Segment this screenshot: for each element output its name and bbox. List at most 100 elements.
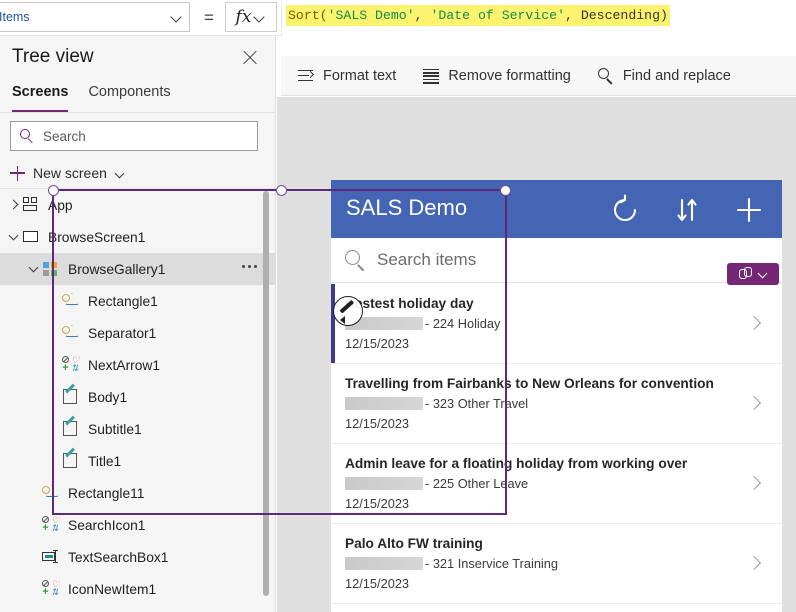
- shape-icon: [42, 484, 60, 502]
- formula-token: , Descending): [565, 8, 668, 23]
- tab-components[interactable]: Components: [88, 84, 170, 112]
- tree-item-searchicon1[interactable]: ♡ + ⇅ SearchIcon1: [0, 509, 276, 541]
- chevron-down-icon[interactable]: [6, 229, 22, 245]
- app-search-box[interactable]: Search items: [331, 238, 782, 283]
- format-text-button[interactable]: Format text: [297, 67, 396, 85]
- tree-search-placeholder: Search: [43, 128, 86, 144]
- tree-item-label: Title1: [88, 453, 122, 469]
- tree-item-label: Rectangle11: [68, 485, 145, 501]
- refresh-icon[interactable]: [609, 194, 641, 226]
- next-arrow-icon[interactable]: [749, 397, 760, 408]
- find-and-replace-label: Find and replace: [622, 67, 731, 84]
- chevron-right-icon[interactable]: [6, 197, 22, 213]
- tree-item-browsegallery1[interactable]: BrowseGallery1: [0, 253, 276, 285]
- tree-item-label: IconNewItem1: [68, 581, 157, 597]
- formula-top-bar: Items = fx Sort('SALS Demo', 'Date of Se…: [0, 0, 796, 36]
- browse-gallery: Bestest holiday day - 224 Holiday 12/15/20…: [331, 284, 782, 612]
- tree-item-textsearchbox1[interactable]: TextSearchBox1: [0, 541, 276, 573]
- edit-pencil-icon[interactable]: [333, 296, 363, 326]
- tree-item-label: App: [48, 197, 73, 213]
- tree-item-label: Rectangle1: [88, 293, 158, 309]
- app-title: SALS Demo: [346, 195, 468, 220]
- gallery-item-subtitle: - 321 Inservice Training: [345, 556, 558, 571]
- shape-icon: [62, 292, 80, 310]
- tree-item-browsescreen1[interactable]: BrowseScreen1: [0, 221, 276, 253]
- formula-token: 'Date of Service': [430, 8, 566, 23]
- tree-item-separator1[interactable]: Separator1: [0, 317, 276, 349]
- component-layers-icon: [738, 267, 755, 281]
- gallery-item-date: 12/15/2023: [345, 336, 410, 351]
- search-icon: [20, 129, 34, 144]
- formula-bar-text[interactable]: Sort('SALS Demo', 'Date of Service', Des…: [286, 5, 670, 26]
- tab-screens[interactable]: Screens: [12, 84, 69, 112]
- tree-item-rectangle11[interactable]: Rectangle11: [0, 477, 276, 509]
- tree-item-title1[interactable]: Title1: [0, 445, 276, 477]
- icon-control-icon: ♡ + ⇅: [42, 515, 60, 534]
- tree-item-app[interactable]: App: [0, 189, 276, 221]
- chevron-down-icon: [115, 168, 126, 179]
- gallery-item[interactable]: Palo Alto FW training - 321 Inservice Tra…: [331, 524, 782, 604]
- gallery-item[interactable]: Travelling from Fairbanks to New Orleans…: [331, 364, 782, 444]
- remove-formatting-button[interactable]: Remove formatting: [422, 67, 571, 85]
- next-arrow-icon[interactable]: [749, 557, 760, 568]
- tree-item-nextarrow1[interactable]: ♡ + ⇅ NextArrow1: [0, 349, 276, 381]
- gallery-item-date: 12/15/2023: [345, 576, 410, 591]
- find-and-replace-button[interactable]: Find and replace: [597, 67, 731, 85]
- gallery-data-badge[interactable]: [727, 263, 779, 285]
- format-text-icon: [297, 67, 315, 85]
- next-arrow-icon[interactable]: [749, 317, 760, 328]
- tree-item-label: BrowseGallery1: [68, 261, 166, 277]
- app-search-placeholder: Search items: [377, 250, 477, 269]
- gallery-item[interactable]: Admin leave for a floating holiday from …: [331, 444, 782, 524]
- tree-item-rectangle1[interactable]: Rectangle1: [0, 285, 276, 317]
- tree-item-iconsortupdown1[interactable]: ♡+⇅IconSortUpDown1: [0, 605, 276, 612]
- tree-scrollbar-thumb[interactable]: [263, 191, 269, 596]
- formula-bar-container[interactable]: Sort('SALS Demo', 'Date of Service', Des…: [281, 0, 796, 36]
- gallery-item-subtitle: - 323 Other Travel: [345, 396, 528, 411]
- tree-scrollbar[interactable]: [263, 189, 269, 612]
- gallery-item-date: 12/15/2023: [345, 496, 410, 511]
- app-icon: [22, 196, 40, 214]
- app-canvas: SALS Demo Search items Bestest holiday d…: [277, 97, 796, 612]
- property-dropdown-value: Items: [0, 10, 30, 24]
- close-icon[interactable]: [242, 49, 260, 67]
- gallery-item-date: 12/15/2023: [345, 416, 410, 431]
- gallery-icon: [42, 260, 60, 278]
- property-dropdown[interactable]: Items: [0, 2, 190, 32]
- search-icon: [345, 250, 365, 271]
- label-icon: [62, 415, 80, 438]
- gallery-item-title: Admin leave for a floating holiday from …: [345, 456, 688, 471]
- tree-view-title: Tree view: [12, 46, 94, 67]
- gallery-item-title: Palo Alto FW training: [345, 536, 483, 551]
- remove-formatting-icon: [422, 67, 440, 85]
- gallery-item-title: Travelling from Fairbanks to New Orleans…: [345, 376, 714, 391]
- fx-icon: fx: [235, 6, 252, 27]
- find-and-replace-icon: [597, 67, 615, 85]
- sort-icon[interactable]: [671, 194, 703, 226]
- tree-item-label: NextArrow1: [88, 357, 161, 373]
- redacted-text-block: [345, 397, 423, 410]
- screen-icon: [22, 228, 40, 246]
- tree-item-iconnewitem1[interactable]: ♡ + ⇅ IconNewItem1: [0, 573, 276, 605]
- more-options-icon[interactable]: [242, 264, 260, 270]
- next-arrow-icon[interactable]: [749, 477, 760, 488]
- tree-item-list: App BrowseScreen1 BrowseGallery1 Rectangle1…: [0, 189, 276, 612]
- add-icon[interactable]: [733, 194, 765, 226]
- fx-button[interactable]: fx: [225, 2, 277, 32]
- formula-toolbar: Format text Remove formatting Find and r…: [281, 56, 796, 96]
- new-screen-button[interactable]: New screen: [10, 160, 126, 186]
- plus-icon: [10, 165, 25, 181]
- app-preview: SALS Demo Search items Bestest holiday d…: [331, 180, 782, 612]
- tree-item-body1[interactable]: Body1: [0, 381, 276, 413]
- gallery-item[interactable]: Bestest holiday day - 224 Holiday 12/15/20…: [331, 284, 782, 364]
- tree-item-subtitle1[interactable]: Subtitle1: [0, 413, 276, 445]
- gallery-item-subtitle: - 224 Holiday: [345, 316, 500, 331]
- tree-search-input[interactable]: Search: [10, 121, 258, 151]
- chevron-down-icon[interactable]: [26, 261, 42, 277]
